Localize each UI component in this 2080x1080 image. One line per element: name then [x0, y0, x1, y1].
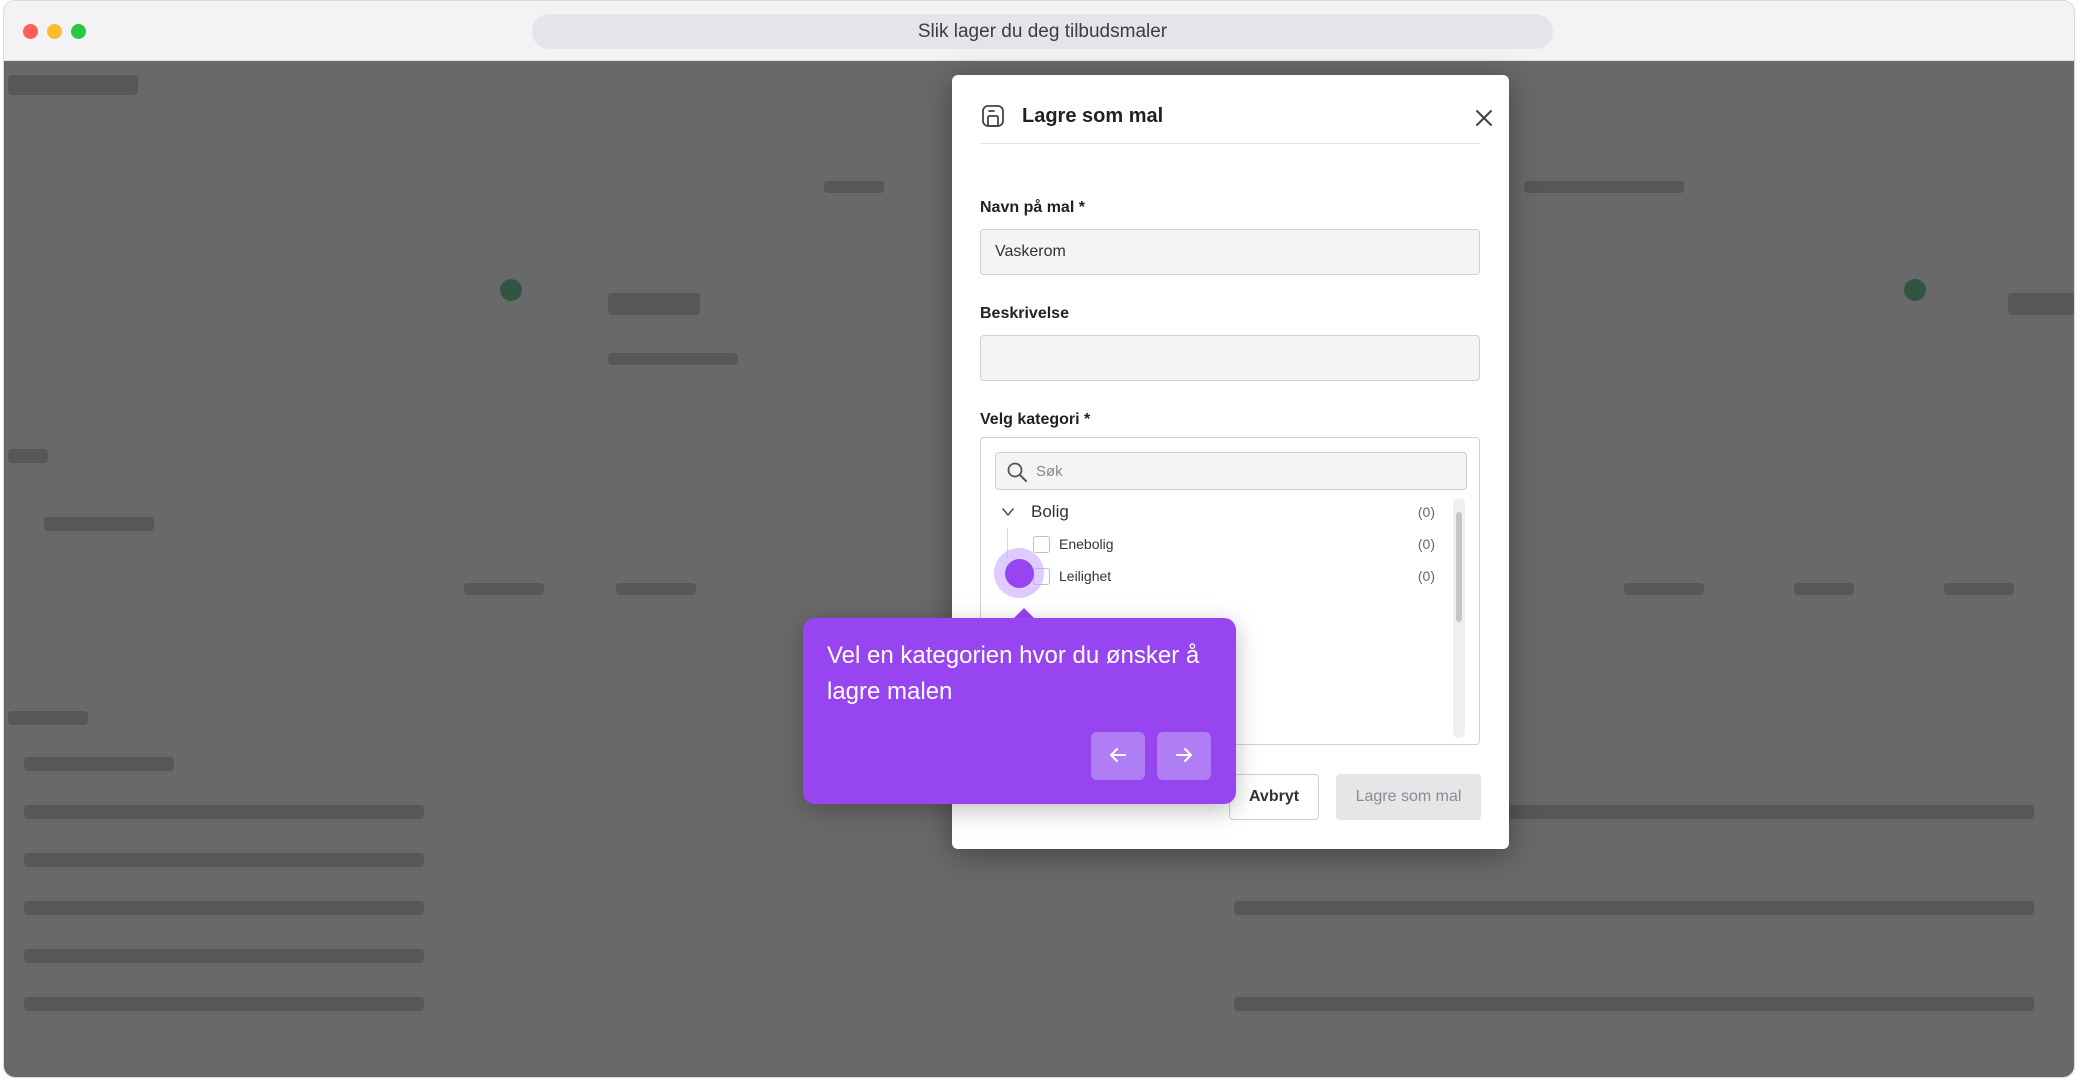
cancel-button[interactable]: Avbryt: [1229, 774, 1319, 820]
category-item-count: (0): [1417, 536, 1435, 552]
category-group-label: Bolig: [1031, 502, 1069, 521]
browser-titlebar: Slik lager du deg tilbudsmaler: [4, 1, 2074, 61]
maximize-window-icon[interactable]: [71, 24, 86, 39]
save-template-icon: [982, 105, 1004, 127]
category-checkbox[interactable]: [1033, 536, 1050, 553]
dialog-header: Lagre som mal: [980, 103, 1492, 144]
category-item-label: Enebolig: [1059, 536, 1114, 552]
description-input[interactable]: [980, 335, 1480, 381]
scroll-thumb[interactable]: [1456, 512, 1462, 622]
category-item-enebolig[interactable]: Enebolig (0): [995, 530, 1445, 558]
tour-tooltip: Vel en kategorien hvor du ønsker å lagre…: [803, 618, 1236, 804]
address-bar[interactable]: Slik lager du deg tilbudsmaler: [532, 14, 1553, 49]
category-item-count: (0): [1417, 568, 1435, 584]
arrow-left-icon: [1110, 747, 1126, 762]
template-name-label: Navn på mal *: [980, 199, 1085, 216]
dialog-title: Lagre som mal: [1022, 105, 1164, 127]
category-group-count: (0): [1417, 504, 1435, 520]
chevron-down-icon[interactable]: [1000, 504, 1016, 520]
tour-previous-button[interactable]: [1091, 732, 1145, 780]
minimize-window-icon[interactable]: [47, 24, 62, 39]
category-label: Velg kategori *: [980, 411, 1091, 428]
tour-tooltip-text: Vel en kategorien hvor du ønsker å lagre…: [827, 642, 1200, 705]
description-label: Beskrivelse: [980, 305, 1069, 322]
category-search: [995, 452, 1467, 490]
category-item-leilighet[interactable]: Leilighet (0): [995, 562, 1445, 590]
template-name-input[interactable]: [980, 229, 1480, 275]
search-icon: [1007, 462, 1027, 482]
close-window-icon[interactable]: [23, 24, 38, 39]
tour-next-button[interactable]: [1157, 732, 1211, 780]
save-as-template-button[interactable]: Lagre som mal: [1336, 774, 1481, 820]
browser-window: Slik lager du deg tilbudsmaler Lagre som…: [3, 0, 2075, 1078]
arrow-right-icon: [1176, 747, 1192, 762]
tour-hotspot[interactable]: [1005, 559, 1034, 588]
close-icon[interactable]: [1473, 107, 1495, 129]
category-item-label: Leilighet: [1059, 568, 1112, 584]
category-search-input[interactable]: [1036, 453, 1456, 489]
category-scrollbar[interactable]: [1453, 498, 1465, 738]
category-group-bolig[interactable]: Bolig (0): [995, 498, 1445, 526]
